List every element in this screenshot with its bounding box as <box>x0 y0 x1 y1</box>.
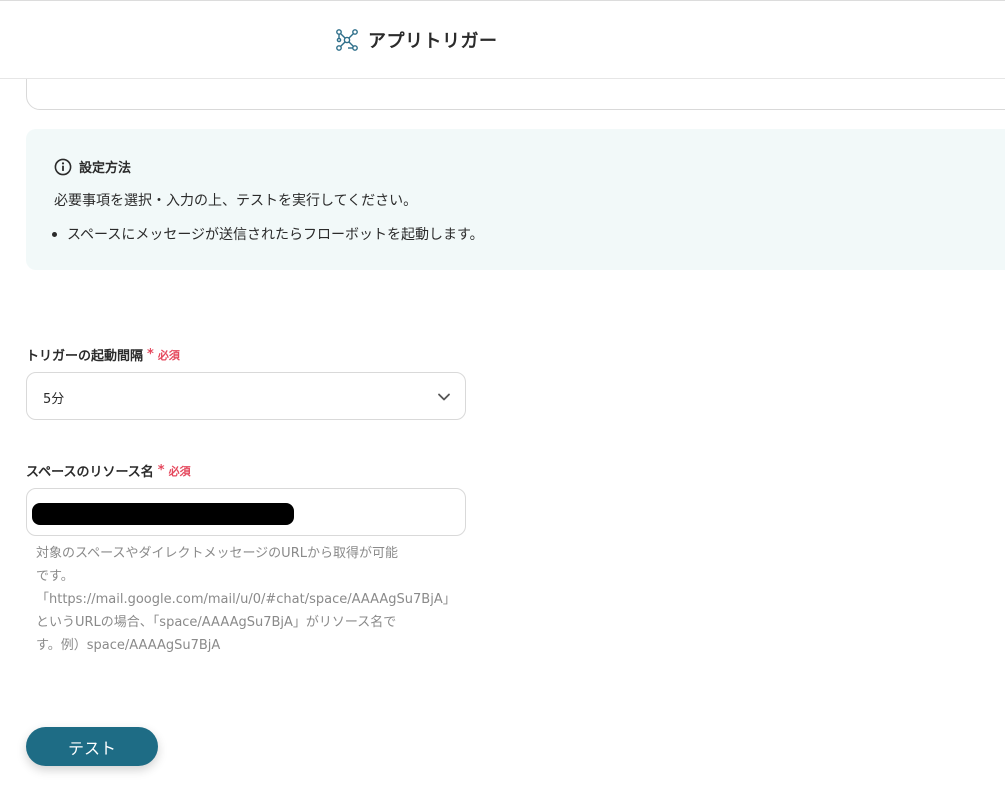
list-item: スペースにメッセージが送信されたらフローボットを起動します。 <box>52 224 484 244</box>
required-star: * <box>147 347 154 362</box>
help-line: す。例）space/AAAAgSu7BjA <box>36 638 221 653</box>
required-badge: 必須 <box>157 348 180 362</box>
info-title-row: 設定方法 <box>54 157 131 176</box>
network-nodes-icon <box>336 29 358 51</box>
space-resource-label-text: スペースのリソース名 <box>26 465 154 480</box>
help-line: 「https://mail.google.com/mail/u/0/#chat/… <box>36 592 456 607</box>
header-title: アプリトリガー <box>368 31 498 52</box>
help-line: 対象のスペースやダイレクトメッセージのURLから取得が可能 <box>36 546 398 561</box>
redacted-value <box>32 503 294 525</box>
page: アプリトリガー 設定方法 必要事項を選択・入力の上、テストを実行してください。 … <box>0 0 1005 797</box>
setup-info-box: 設定方法 必要事項を選択・入力の上、テストを実行してください。 スペースにメッセ… <box>26 129 1005 270</box>
test-button[interactable]: テスト <box>26 727 158 766</box>
space-resource-label: スペースのリソース名 * 必須 <box>26 461 191 480</box>
chevron-down-icon <box>438 393 450 401</box>
space-resource-input[interactable] <box>26 488 466 536</box>
interval-label: トリガーの起動間隔 * 必須 <box>26 345 180 364</box>
space-resource-help: 対象のスペースやダイレクトメッセージのURLから取得が可能 です。 「https… <box>36 542 486 657</box>
required-badge: 必須 <box>168 464 191 478</box>
header: アプリトリガー <box>0 0 1005 79</box>
bullet-icon <box>52 231 57 237</box>
help-line: です。 <box>36 569 74 584</box>
interval-select-value: 5分 <box>43 392 65 407</box>
info-icon <box>54 158 72 175</box>
required-star: * <box>157 463 165 478</box>
info-description: 必要事項を選択・入力の上、テストを実行してください。 <box>54 193 418 209</box>
interval-select[interactable]: 5分 <box>26 372 466 420</box>
help-line: というURLの場合、「space/AAAAgSu7BjA」がリソース名で <box>36 615 397 630</box>
info-bullet-text: スペースにメッセージが送信されたらフローボットを起動します。 <box>67 227 484 243</box>
info-title: 設定方法 <box>79 161 132 176</box>
header-title-group: アプリトリガー <box>334 27 498 53</box>
interval-label-text: トリガーの起動間隔 <box>26 349 144 364</box>
